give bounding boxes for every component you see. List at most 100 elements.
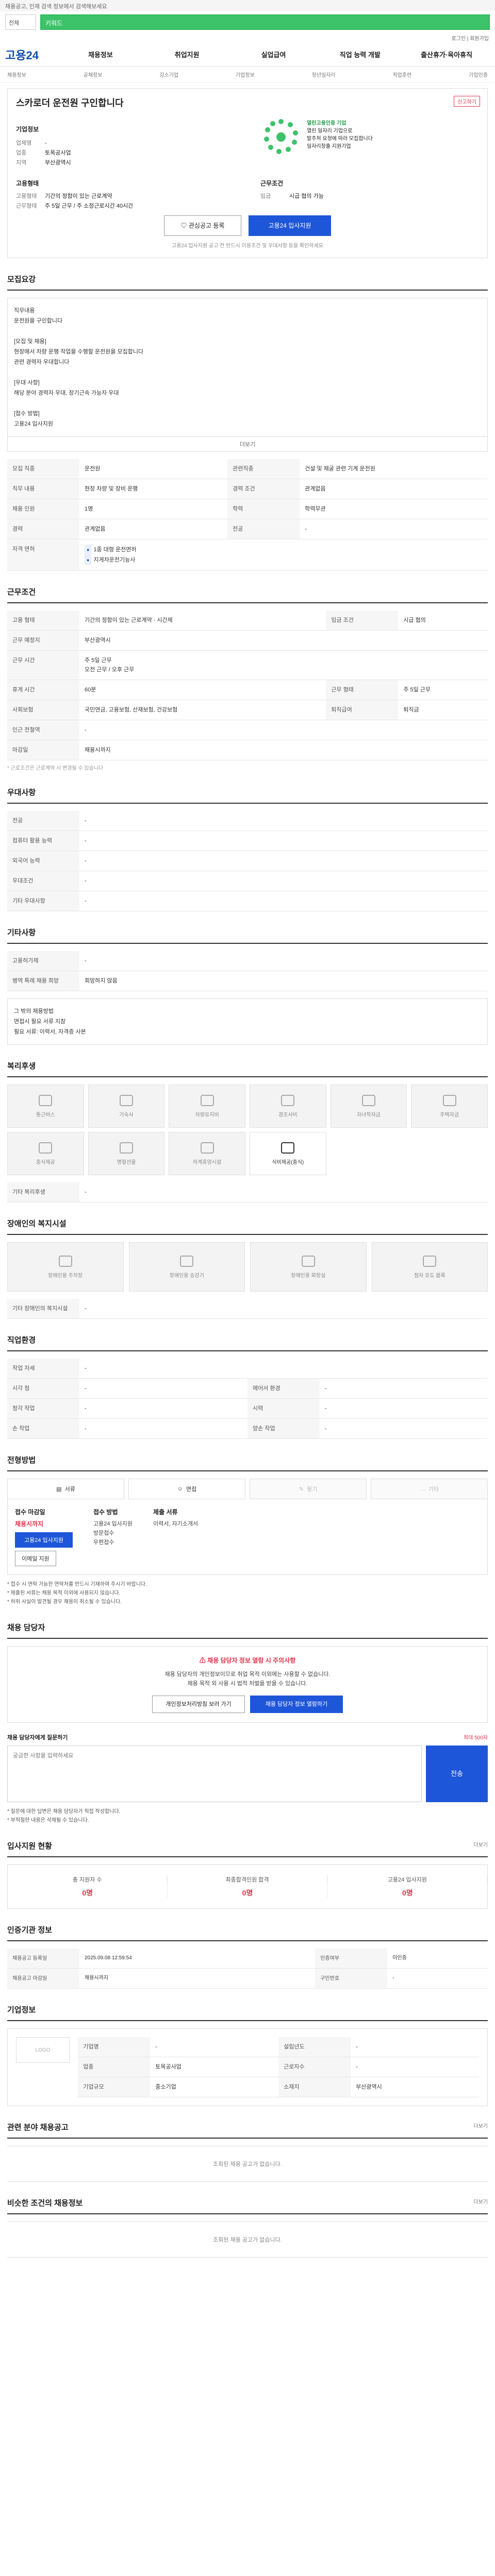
apply-notes: * 접수 시 연락 가능한 연락처를 반드시 기재하여 주시기 바랍니다. * … <box>7 1582 147 1605</box>
interest-button[interactable]: ♡ 관심공고 등록 <box>164 215 241 236</box>
empty-state: 조회된 채용 공고가 없습니다. <box>7 2146 488 2182</box>
gnb-item-support[interactable]: 취업지원 <box>144 49 230 59</box>
preference-table: 전공 - 컴퓨터 활용 능력 - 외국어 능력 - 우대조건 - 기타 우대사항 - <box>7 811 488 911</box>
stats-more-link[interactable]: 더보기 <box>473 1840 488 1851</box>
table-row: 자격 면허 ● 1종 대형 운전면허 ● 지게차운전기능사 <box>7 539 488 571</box>
alert-icon: ⚠ <box>199 1657 208 1664</box>
condition-section: 근무조건 고용 형태 기간의 정함이 있는 근로계약 · 시간제 임금 조건 시급 협… <box>7 586 488 771</box>
section-title: 모집요강 <box>7 274 488 291</box>
house-icon <box>442 1094 456 1106</box>
table-row: 고용 형태 기간의 정함이 있는 근로계약 · 시간제 임금 조건 시급 협의 <box>7 611 488 631</box>
subnav-item[interactable]: 기업인증 <box>469 71 488 78</box>
braille-icon <box>423 1255 437 1267</box>
privacy-button[interactable]: 개인정보처리방침 보러 가기 <box>152 1696 245 1713</box>
email-apply-button[interactable]: 이메일 지원 <box>15 1551 56 1566</box>
company-logo: LOGO <box>16 2037 70 2063</box>
table-row: 경력 관계없음 전공 - <box>7 519 488 539</box>
screening-tabs: ▤ 서류 ☺ 면접 ✎ 필기 … 기타 <box>7 1479 488 1499</box>
gnb-item-leave[interactable]: 출산휴가·육아휴직 <box>403 49 490 59</box>
tab-written: ✎ 필기 <box>250 1479 367 1499</box>
table-row: 모집 직종 운전원 관련직종 건설 및 채굴 관련 기계 운전원 <box>7 459 488 479</box>
section-title: 복리후생 <box>7 1060 488 1077</box>
section-title: 전형방법 <box>7 1454 488 1471</box>
subnav-item[interactable]: 청년일자리 <box>312 71 336 78</box>
stats-box: 총 지원자 수 0명 최종합격인원 합격 0명 고용24 입사지원 0명 <box>7 1865 488 1909</box>
table-row: 사회보험 국민연금, 고용보험, 산재보험, 건강보험 퇴직급여 퇴직금 <box>7 700 488 720</box>
hero-buttons: ♡ 관심공고 등록 고용24 입사지원 <box>8 215 487 236</box>
gift-icon <box>281 1094 295 1106</box>
apply-button[interactable]: 고용24 입사지원 <box>249 215 331 236</box>
certification-line: 일자리창출 지원기업 <box>307 144 351 149</box>
section-title: 근무조건 <box>7 586 488 603</box>
section-title: 관련 분야 채용공고 더보기 <box>7 2122 488 2139</box>
gnb-item-jobs[interactable]: 채용정보 <box>57 49 144 59</box>
table-row: 채용 인원 1명 학력 학력무관 <box>7 499 488 519</box>
section-title: 채용 담당자 <box>7 1622 488 1639</box>
view-contact-button[interactable]: 채용 담당자 정보 열람하기 <box>250 1696 343 1713</box>
condition-note: * 근로조건은 근로계약 시 변경될 수 있습니다 <box>7 766 104 771</box>
stat-item: 고용24 입사지원 0명 <box>328 1875 487 1898</box>
section-title: 인증기관 정보 <box>7 1924 488 1941</box>
certification-line: 열린 일자리 기업으로 <box>307 128 353 134</box>
disability-item: 점자 유도 블록 <box>371 1242 488 1292</box>
hire-label: 고용형태 <box>16 180 39 187</box>
global-nav: 고용24 채용정보 취업지원 실업급여 직업 능력 개발 출산휴가·육아휴직 <box>0 43 495 66</box>
subnav-item[interactable]: 채용정보 <box>7 71 26 78</box>
question-input[interactable] <box>7 1745 422 1802</box>
dormitory-icon <box>119 1094 133 1106</box>
meal-icon <box>281 1142 295 1154</box>
table-row: 기업규모 중소기업 소재지 부산광역시 <box>78 2077 479 2097</box>
kv-row: 근무형태 주 5일 근무 / 주 소정근로시간 40시간 <box>16 203 134 209</box>
subnav-item[interactable]: 직업훈련 <box>392 71 411 78</box>
kv-row: 지역 부산광역시 <box>16 160 71 166</box>
corp-box: LOGO 기업명 - 설립년도 - 업종 토목공사업 근로자수 - 기업규모 중소기업 소재지 부… <box>7 2028 488 2106</box>
gnb-item-unemployment[interactable]: 실업급여 <box>230 49 317 59</box>
table-row: 근무 예정지 부산광역시 <box>7 630 488 651</box>
gnb-item-training[interactable]: 직업 능력 개발 <box>317 49 403 59</box>
contact-warning: ⚠ 채용 담당자 정보 열람 시 주의사항 채용 담당자의 개인정보이므로 취업… <box>7 1646 488 1723</box>
disability-item: 장애인용 주차장 <box>7 1242 124 1292</box>
restroom-icon <box>301 1255 315 1267</box>
subnav-item[interactable]: 기업정보 <box>236 71 255 78</box>
search-category-select[interactable]: 전체 <box>5 14 36 30</box>
recent-more-link[interactable]: 더보기 <box>473 2122 488 2132</box>
kv-row: 임금 시급 협의 가능 <box>260 193 324 199</box>
section-title: 기업정보 <box>7 2004 488 2021</box>
company-info: 기업정보 업체명 - 업종 토목공사업 지역 부산광역시 <box>16 125 212 168</box>
welfare-item: 통근버스 <box>7 1084 84 1128</box>
welfare-item: 하계휴양시설 <box>169 1132 245 1175</box>
search-input[interactable]: 키워드 <box>40 14 490 30</box>
heart-icon: ♡ <box>180 222 189 229</box>
job-description: 직무내용 운전원을 구인합니다 [모집 및 채용] 현장에서 차량 운행 작업을… <box>7 298 488 437</box>
send-button[interactable]: 전송 <box>426 1745 488 1802</box>
table-row: 전공 - <box>7 811 488 831</box>
subnav-item[interactable]: 강소기업 <box>159 71 178 78</box>
kv-row: 고용형태 기간의 정함이 있는 근로계약 <box>16 193 112 199</box>
disability-item: 장애인용 화장실 <box>250 1242 367 1292</box>
resort-icon <box>200 1142 214 1154</box>
kv-row: 업종 토목공사업 <box>16 150 71 156</box>
util-links[interactable]: 로그인 | 회원가입 <box>0 33 495 43</box>
docs-col: 제출 서류 이력서, 자기소개서 <box>153 1509 199 1527</box>
welfare-item: 자녀학자금 <box>330 1084 407 1128</box>
report-button[interactable]: 신고하기 <box>454 96 480 107</box>
condition-table: 고용 형태 기간의 정함이 있는 근로계약 · 시간제 임금 조건 시급 협의 근무 … <box>7 611 488 760</box>
table-row: 기타 장애인의 복지시설 - <box>7 1299 488 1319</box>
method-col: 접수 방법 고용24 입사지원 방문접수 우편접수 <box>93 1509 133 1546</box>
table-row: 채용공고 마감일 채용시까지 구인번호 - <box>7 1968 488 1989</box>
deadline: 채용시까지 <box>15 1520 44 1528</box>
table-row: 작업 자세 - <box>7 1359 488 1379</box>
site-logo[interactable]: 고용24 <box>5 46 39 63</box>
welfare-item: 기숙사 <box>88 1084 165 1128</box>
elevator-icon <box>180 1255 194 1267</box>
stats-section: 입사지원 현황 더보기 총 지원자 수 0명 최종합격인원 합격 0명 고용24 입사… <box>7 1840 488 1909</box>
disability-item: 장애인용 승강기 <box>128 1242 245 1292</box>
welfare-other-table: 기타 복리후생 - <box>7 1182 488 1202</box>
subnav-item[interactable]: 공채정보 <box>84 71 103 78</box>
more-button[interactable]: 더보기 <box>7 437 488 452</box>
work-label: 근무조건 <box>260 180 284 187</box>
graduation-icon <box>361 1094 375 1106</box>
auth-section: 인증기관 정보 채용공고 등록일 2025.09.08 12:59:54 인증여부 미… <box>7 1924 488 1989</box>
similar-more-link[interactable]: 더보기 <box>473 2197 488 2208</box>
apply-button-2[interactable]: 고용24 입사지원 <box>15 1532 73 1548</box>
